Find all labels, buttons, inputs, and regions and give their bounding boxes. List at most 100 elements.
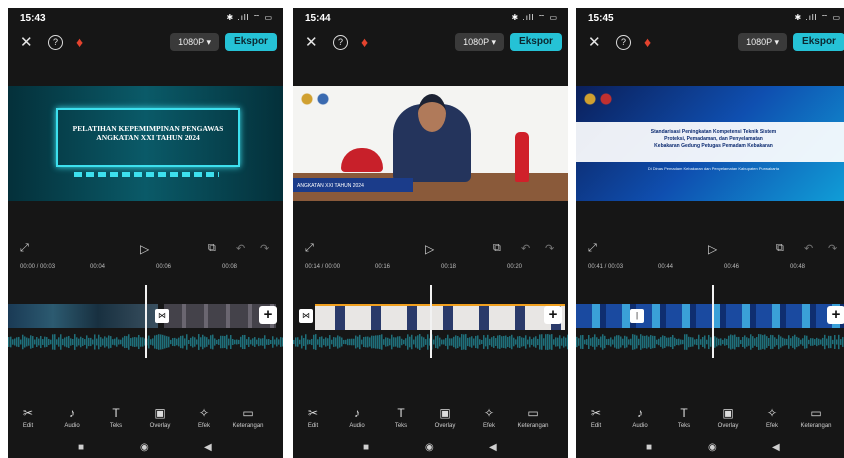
tool-audio[interactable]: ♪ Audio (335, 406, 379, 429)
waveform-bar (832, 339, 834, 345)
playhead[interactable] (712, 285, 714, 358)
transition-icon[interactable]: ⋈ (299, 309, 313, 323)
waveform-bar (425, 339, 427, 345)
logos (301, 92, 335, 106)
tool-ra[interactable]: Ra (834, 406, 844, 429)
tool-overlay[interactable]: ▣ Overlay (706, 406, 750, 429)
add-clip-button[interactable]: + (259, 306, 277, 324)
back-icon[interactable]: ◀ (204, 442, 212, 453)
close-icon[interactable]: ✕ (305, 33, 318, 51)
waveform-bar (606, 339, 608, 345)
waveform-bar (134, 337, 136, 347)
play-icon[interactable]: ▷ (425, 242, 434, 256)
ruler-mark: 00:44 (658, 264, 674, 270)
home-icon[interactable]: ◉ (708, 442, 717, 453)
waveform-bar (622, 338, 624, 346)
undo-icon[interactable]: ↶ (804, 242, 813, 255)
undo-icon[interactable]: ↶ (521, 242, 530, 255)
play-icon[interactable]: ▷ (708, 242, 717, 256)
tool-audio[interactable]: ♪ Audio (50, 406, 94, 429)
resolution-dropdown[interactable]: 1080P ▾ (455, 33, 504, 51)
help-icon[interactable]: ? (616, 35, 631, 50)
tool-keterangan[interactable]: ▭ Keterangan (226, 406, 270, 429)
tool-overlay[interactable]: ▣ Overlay (423, 406, 467, 429)
fire-icon[interactable]: ♦ (361, 34, 368, 50)
waveform-bar (36, 337, 38, 347)
keyframe-icon[interactable]: ⧉ (776, 242, 784, 255)
fullscreen-icon[interactable]: ⤢ (20, 242, 29, 255)
fire-icon[interactable]: ♦ (644, 34, 651, 50)
audio-waveform[interactable] (576, 332, 844, 352)
waveform-bar (561, 338, 563, 346)
recent-apps-icon[interactable]: ■ (646, 442, 652, 453)
waveform-bar (66, 336, 68, 348)
video-track[interactable]: | (576, 304, 844, 328)
recent-apps-icon[interactable]: ■ (363, 442, 369, 453)
fullscreen-icon[interactable]: ⤢ (588, 242, 597, 255)
redo-icon[interactable]: ↷ (260, 242, 269, 255)
export-button[interactable]: Ekspor (225, 33, 277, 51)
waveform-bar (814, 339, 816, 345)
waveform-bar (341, 337, 343, 347)
home-icon[interactable]: ◉ (425, 442, 434, 453)
keyframe-icon[interactable]: ⧉ (493, 242, 501, 255)
resolution-dropdown[interactable]: 1080P ▾ (738, 33, 787, 51)
tool-keterangan[interactable]: ▭ Keterangan (511, 406, 555, 429)
export-button[interactable]: Ekspor (793, 33, 844, 51)
tool-efek[interactable]: ✧ Efek (467, 406, 511, 429)
tool-teks[interactable]: T Teks (94, 406, 138, 429)
help-icon[interactable]: ? (333, 35, 348, 50)
video-clip[interactable] (576, 304, 844, 328)
keyframe-icon[interactable]: ⧉ (208, 242, 216, 255)
export-button[interactable]: Ekspor (510, 33, 562, 51)
help-icon[interactable]: ? (48, 35, 63, 50)
tool-teks[interactable]: T Teks (379, 406, 423, 429)
playhead[interactable] (145, 285, 147, 358)
add-clip-button[interactable]: + (544, 306, 562, 324)
tool-label: Ra (551, 423, 568, 429)
tool-edit[interactable]: ✂ Edit (293, 406, 335, 429)
back-icon[interactable]: ◀ (489, 442, 497, 453)
recent-apps-icon[interactable]: ■ (78, 442, 84, 453)
tool-edit[interactable]: ✂ Edit (576, 406, 618, 429)
tool-keterangan[interactable]: ▭ Keterangan (794, 406, 838, 429)
tool-audio[interactable]: ♪ Audio (618, 406, 662, 429)
tool-efek[interactable]: ✧ Efek (182, 406, 226, 429)
video-clip[interactable] (315, 304, 565, 330)
waveform-bar (650, 335, 652, 349)
tool-overlay[interactable]: ▣ Overlay (138, 406, 182, 429)
resolution-dropdown[interactable]: 1080P ▾ (170, 33, 219, 51)
waveform-bar (764, 334, 766, 350)
close-icon[interactable]: ✕ (588, 33, 601, 51)
waveform-bar (401, 338, 403, 346)
playhead[interactable] (430, 285, 432, 358)
undo-icon[interactable]: ↶ (236, 242, 245, 255)
redo-icon[interactable]: ↷ (545, 242, 554, 255)
waveform-bar (389, 338, 391, 346)
play-icon[interactable]: ▷ (140, 242, 149, 256)
tool-edit[interactable]: ✂ Edit (8, 406, 50, 429)
tool-teks[interactable]: T Teks (662, 406, 706, 429)
add-clip-button[interactable]: + (827, 306, 844, 324)
fire-icon[interactable]: ♦ (76, 34, 83, 50)
transition-icon[interactable]: ⋈ (155, 309, 169, 323)
waveform-bar (734, 334, 736, 350)
tool-efek[interactable]: ✧ Efek (750, 406, 794, 429)
close-icon[interactable]: ✕ (20, 33, 33, 51)
transition-icon[interactable]: | (630, 309, 644, 323)
waveform-bar (519, 336, 521, 348)
tool-ra[interactable]: Ra (266, 406, 283, 429)
tool-ra[interactable]: Ra (551, 406, 568, 429)
waveform-bar (230, 335, 232, 349)
waveform-bar (405, 338, 407, 346)
waveform-bar (214, 338, 216, 346)
waveform-bar (192, 336, 194, 348)
redo-icon[interactable]: ↷ (828, 242, 837, 255)
waveform-bar (808, 339, 810, 345)
back-icon[interactable]: ◀ (772, 442, 780, 453)
home-icon[interactable]: ◉ (140, 442, 149, 453)
waveform-bar (696, 338, 698, 346)
video-clip[interactable] (8, 304, 158, 328)
waveform-bar (297, 337, 299, 347)
fullscreen-icon[interactable]: ⤢ (305, 242, 314, 255)
